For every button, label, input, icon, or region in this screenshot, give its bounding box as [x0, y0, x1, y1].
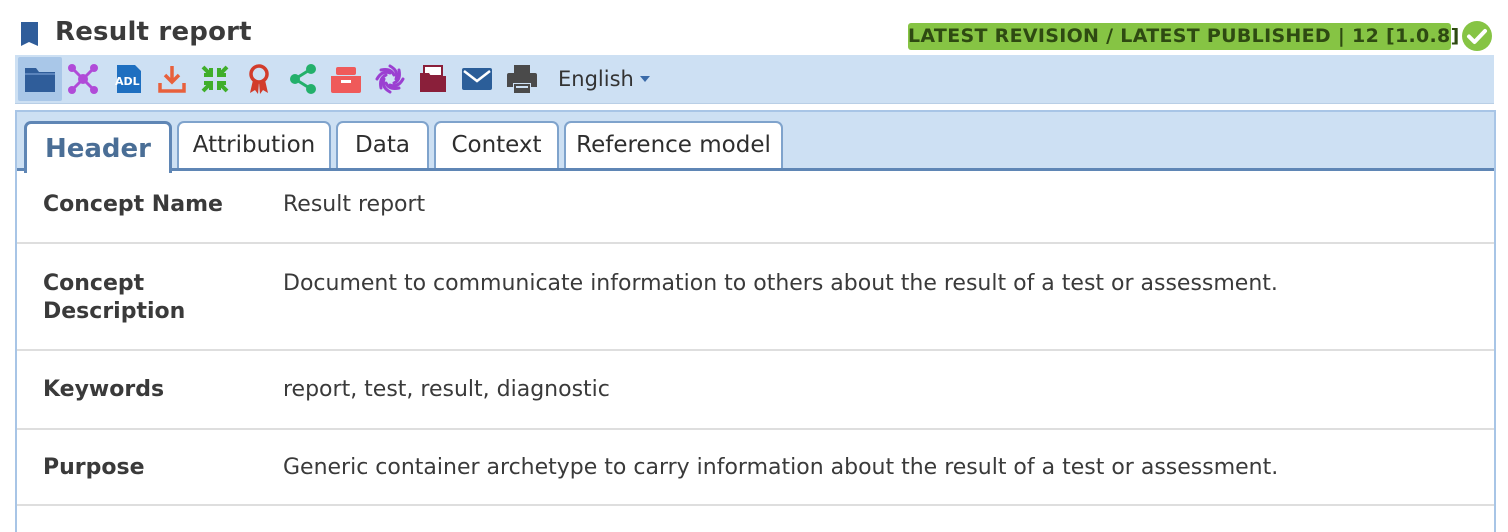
language-select[interactable]: English	[558, 67, 634, 91]
archive-button[interactable]	[415, 61, 451, 97]
title-row: Result report LATEST REVISION / LATEST P…	[0, 0, 1508, 54]
award-icon	[249, 64, 269, 94]
keywords-value: report, test, result, diagnostic	[283, 377, 610, 402]
page-title: Result report	[55, 17, 252, 47]
folder-button[interactable]	[18, 57, 62, 101]
download-icon	[158, 66, 186, 93]
concept-description-label: Concept Description	[43, 271, 186, 324]
inbox-icon	[331, 67, 361, 93]
purpose-label: Purpose	[43, 455, 145, 480]
award-button[interactable]	[241, 61, 277, 97]
tab-bar: Header Attribution Data Context Referenc…	[17, 112, 1494, 173]
email-button[interactable]	[459, 61, 495, 97]
share-icon	[290, 64, 316, 94]
keywords-label: Keywords	[43, 377, 165, 402]
download-button[interactable]	[154, 61, 190, 97]
aperture-icon	[375, 64, 405, 94]
adl-button[interactable]: ADL	[111, 61, 147, 97]
concept-name-label: Concept Name	[43, 192, 223, 217]
tab-reference-model[interactable]: Reference model	[564, 121, 783, 168]
inbox-button[interactable]	[328, 61, 364, 97]
concept-description-value: Document to communicate information to o…	[283, 271, 1278, 296]
compress-icon	[201, 65, 229, 93]
email-icon	[462, 68, 492, 90]
print-icon	[507, 65, 537, 93]
tab-context[interactable]: Context	[434, 121, 559, 168]
table-row: Purpose Generic container archetype to c…	[17, 430, 1494, 506]
mindmap-icon	[68, 64, 98, 94]
check-circle-icon	[1462, 21, 1492, 51]
concept-panel: Header Attribution Data Context Referenc…	[15, 110, 1496, 532]
table-row: Concept Description Document to communic…	[17, 244, 1494, 351]
header-details-table: Concept Name Result report Concept Descr…	[17, 171, 1494, 506]
bookmark-icon	[21, 22, 38, 46]
archive-icon	[420, 65, 446, 92]
status-badge: LATEST REVISION / LATEST PUBLISHED | 12 …	[908, 23, 1459, 50]
concept-name-value: Result report	[283, 192, 426, 217]
share-button[interactable]	[285, 61, 321, 97]
tab-header[interactable]: Header	[24, 121, 172, 173]
aperture-button[interactable]	[372, 61, 408, 97]
chevron-down-icon[interactable]	[639, 75, 651, 83]
table-row: Concept Name Result report	[17, 171, 1494, 244]
folder-icon	[25, 68, 55, 92]
print-button[interactable]	[504, 61, 540, 97]
tab-attribution[interactable]: Attribution	[177, 121, 331, 168]
adl-icon: ADL	[115, 65, 141, 93]
toolbar: ADL English	[15, 55, 1494, 104]
mindmap-button[interactable]	[65, 61, 101, 97]
compress-button[interactable]	[197, 61, 233, 97]
table-row: Keywords report, test, result, diagnosti…	[17, 351, 1494, 430]
purpose-value: Generic container archetype to carry inf…	[283, 455, 1279, 480]
tab-data[interactable]: Data	[336, 121, 429, 168]
svg-text:ADL: ADL	[115, 75, 140, 88]
